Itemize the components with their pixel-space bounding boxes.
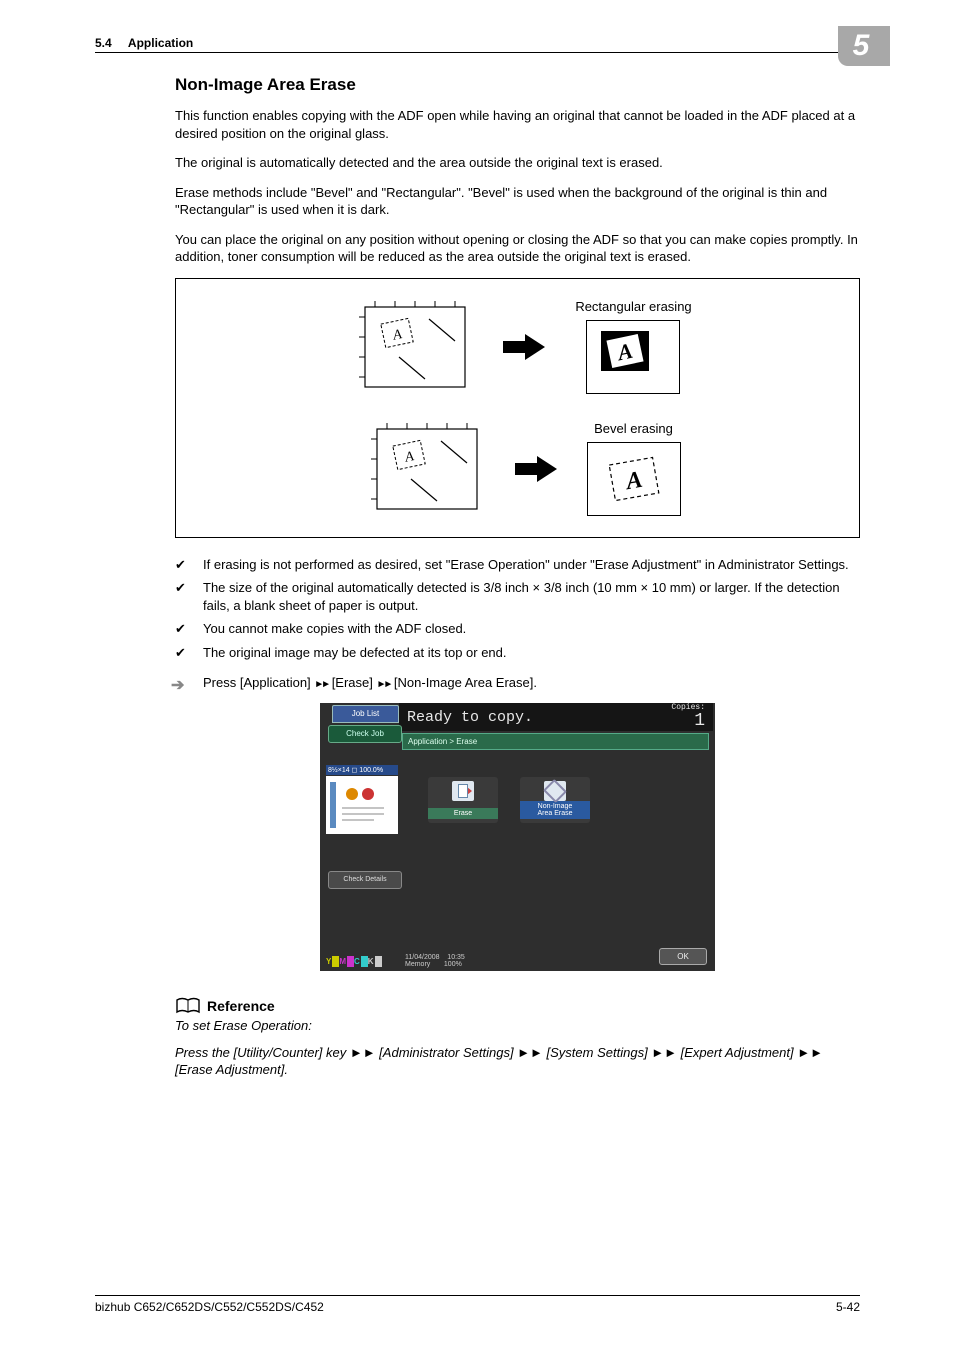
breadcrumb: Application > Erase <box>402 733 709 750</box>
status-bar: Ready to copy. Copies: 1 <box>399 703 713 731</box>
footer-page: 5-42 <box>836 1300 860 1314</box>
reference-line1: To set Erase Operation: <box>175 1017 860 1035</box>
scanner-glass-icon: A <box>355 421 485 517</box>
paragraph: Erase methods include "Bevel" and "Recta… <box>175 184 860 219</box>
non-image-area-erase-button[interactable]: Non-Image Area Erase <box>520 777 590 823</box>
reference-label: Reference <box>207 998 275 1014</box>
page-header: 5.4 Application 5 <box>95 36 860 53</box>
preview-panel: 8½×14 ◻ 100.0% <box>326 765 398 849</box>
paragraph: You can place the original on any positi… <box>175 231 860 266</box>
instruction-line: ➔ Press [Application] ►► [Erase] ►► [Non… <box>175 674 860 692</box>
scanner-glass-icon: A <box>343 299 473 395</box>
preview-header: 8½×14 ◻ 100.0% <box>326 765 398 775</box>
section-title: Application <box>128 36 193 50</box>
section-number: 5.4 <box>95 36 112 50</box>
datetime: 11/04/2008 10:35 Memory 100% <box>405 954 465 969</box>
page-title: Non-Image Area Erase <box>175 75 860 95</box>
check-details-button[interactable]: Check Details <box>328 871 402 889</box>
notes-list: If erasing is not performed as desired, … <box>175 556 860 662</box>
non-image-erase-label: Non-Image Area Erase <box>520 801 590 819</box>
reference-heading: Reference <box>175 997 860 1015</box>
non-image-erase-icon <box>544 781 566 801</box>
erase-icon <box>452 781 474 801</box>
toner-levels: Y M C K <box>326 956 382 967</box>
arrow-right-icon <box>515 456 557 482</box>
chapter-badge: 5 <box>838 26 890 66</box>
note-item: You cannot make copies with the ADF clos… <box>175 620 860 638</box>
result-rectangular-icon: A <box>586 320 680 394</box>
ready-text: Ready to copy. <box>407 709 533 726</box>
ok-button[interactable]: OK <box>659 948 707 965</box>
arrow-right-icon: ➔ <box>171 675 184 697</box>
diagram-label-rectangular: Rectangular erasing <box>575 299 691 314</box>
page-footer: bizhub C652/C652DS/C552/C552DS/C452 5-42 <box>95 1295 860 1314</box>
result-bevel-icon: A <box>587 442 681 516</box>
job-list-tab[interactable]: Job List <box>332 705 399 723</box>
footer-model: bizhub C652/C652DS/C552/C552DS/C452 <box>95 1300 324 1314</box>
note-item: The original image may be defected at it… <box>175 644 860 662</box>
note-item: If erasing is not performed as desired, … <box>175 556 860 574</box>
arrow-right-icon <box>503 334 545 360</box>
book-icon <box>175 997 201 1015</box>
erase-button[interactable]: Erase <box>428 777 498 823</box>
check-job-button[interactable]: Check Job <box>328 725 402 743</box>
reference-line2: Press the [Utility/Counter] key ►► [Admi… <box>175 1044 860 1079</box>
note-item: The size of the original automatically d… <box>175 579 860 614</box>
paragraph: This function enables copying with the A… <box>175 107 860 142</box>
ui-screenshot: Job List Ready to copy. Copies: 1 Check … <box>320 703 715 971</box>
diagram: A Rectangular erasing A <box>175 278 860 538</box>
diagram-label-bevel: Bevel erasing <box>594 421 673 436</box>
paragraph: The original is automatically detected a… <box>175 154 860 172</box>
copies-value: 1 <box>671 712 705 730</box>
erase-label: Erase <box>428 808 498 819</box>
